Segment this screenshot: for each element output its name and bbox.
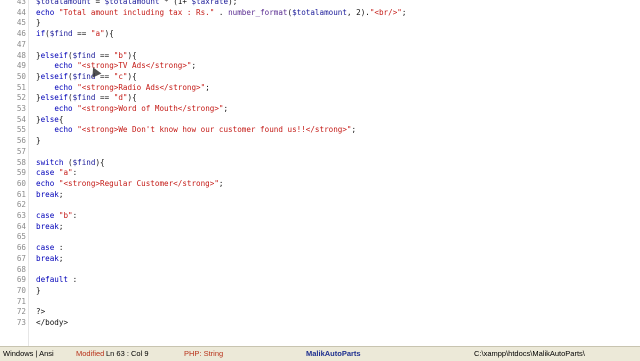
- code-line[interactable]: 56}: [0, 136, 640, 147]
- line-number: 56: [16, 136, 26, 146]
- code-text[interactable]: switch ($find){: [36, 158, 105, 169]
- line-number: 70: [16, 285, 26, 295]
- code-line[interactable]: 47: [0, 40, 640, 51]
- code-line[interactable]: 62: [0, 200, 640, 211]
- code-line[interactable]: 48 }elseif($find == "b"){: [0, 51, 640, 62]
- code-text[interactable]: }elseif($find == "d"){: [36, 93, 137, 104]
- code-text[interactable]: $totalamount = $totalamount * (1+ $taxra…: [36, 0, 237, 8]
- code-text[interactable]: echo "<strong>Radio Ads</strong>";: [36, 83, 209, 94]
- code-text[interactable]: echo "<strong>Regular Customer</strong>"…: [36, 179, 223, 190]
- code-line[interactable]: 71: [0, 297, 640, 308]
- line-number: 69: [16, 275, 26, 285]
- line-number: 51: [16, 82, 26, 92]
- line-number: 65: [16, 232, 26, 242]
- code-line[interactable]: 63 case "b":: [0, 211, 640, 222]
- code-text[interactable]: break;: [36, 222, 63, 233]
- code-text[interactable]: echo "<strong>We Don't know how our cust…: [36, 125, 356, 136]
- code-line[interactable]: 55 echo "<strong>We Don't know how our c…: [0, 125, 640, 136]
- line-ending-status: Windows | Ansi: [3, 349, 54, 358]
- line-number: 68: [16, 264, 26, 274]
- code-text[interactable]: break;: [36, 254, 63, 265]
- line-number: 72: [16, 307, 26, 317]
- line-number: 58: [16, 157, 26, 167]
- code-text[interactable]: case "a":: [36, 168, 77, 179]
- line-number: 64: [16, 221, 26, 231]
- code-line[interactable]: 57: [0, 147, 640, 158]
- code-text[interactable]: case :: [36, 243, 63, 254]
- line-number: 44: [16, 7, 26, 17]
- code-line[interactable]: 45}: [0, 18, 640, 29]
- code-line[interactable]: 72 ?>: [0, 307, 640, 318]
- status-bar: Windows | Ansi Modified Ln 63 : Col 9 PH…: [0, 346, 640, 361]
- code-line[interactable]: 52 }elseif($find == "d"){: [0, 93, 640, 104]
- code-text[interactable]: if($find == "a"){: [36, 29, 114, 40]
- line-number: 67: [16, 253, 26, 263]
- line-number: 53: [16, 104, 26, 113]
- code-line[interactable]: 46 if($find == "a"){: [0, 29, 640, 40]
- code-line[interactable]: 69 default :: [0, 275, 640, 286]
- code-line[interactable]: 44 echo "Total amount including tax : Rs.…: [0, 8, 640, 19]
- line-number: 66: [16, 243, 26, 253]
- code-line[interactable]: 61 break;: [0, 190, 640, 201]
- line-number: 50: [16, 71, 26, 81]
- modified-status: Modified: [76, 349, 105, 358]
- code-line[interactable]: 65: [0, 232, 640, 243]
- code-line[interactable]: 66 case :: [0, 243, 640, 254]
- code-line[interactable]: 64 break;: [0, 222, 640, 233]
- file-path-status: C:\xampp\htdocs\MalikAutoParts\: [474, 349, 585, 358]
- line-number: 73: [16, 318, 26, 327]
- line-number: 55: [16, 125, 26, 135]
- code-line[interactable]: 67 break;: [0, 254, 640, 265]
- line-number: 43: [16, 0, 26, 6]
- code-line[interactable]: 59 case "a":: [0, 168, 640, 179]
- line-number: 61: [16, 189, 26, 199]
- line-number: 62: [16, 200, 26, 210]
- code-text[interactable]: ?>: [36, 307, 45, 318]
- line-number: 63: [16, 211, 26, 220]
- line-number: 47: [16, 39, 26, 49]
- line-number: 52: [16, 93, 26, 103]
- line-number: 71: [16, 296, 26, 306]
- code-line[interactable]: 58 switch ($find){: [0, 158, 640, 169]
- code-line[interactable]: 43 $totalamount = $totalamount * (1+ $tax…: [0, 0, 640, 8]
- code-text[interactable]: case "b":: [36, 211, 77, 222]
- cursor-position-status: Ln 63 : Col 9: [106, 349, 149, 358]
- code-text[interactable]: echo "Total amount including tax : Rs." …: [36, 8, 406, 19]
- code-line[interactable]: 53 echo "<strong>Word of Mouth</strong>"…: [0, 104, 640, 115]
- code-text[interactable]: break;: [36, 190, 63, 201]
- code-text[interactable]: }: [36, 286, 41, 297]
- code-text[interactable]: echo "<strong>TV Ads</strong>";: [36, 61, 196, 72]
- code-line[interactable]: 70}: [0, 286, 640, 297]
- line-number: 48: [16, 50, 26, 60]
- code-text[interactable]: }: [36, 136, 41, 147]
- code-text[interactable]: }elseif($find == "c"){: [36, 72, 137, 83]
- line-number: 54: [16, 114, 26, 124]
- line-number: 49: [16, 61, 26, 71]
- line-number: 60: [16, 178, 26, 188]
- code-line[interactable]: 54 }else{: [0, 115, 640, 126]
- code-text[interactable]: }else{: [36, 115, 63, 126]
- code-text[interactable]: echo "<strong>Word of Mouth</strong>";: [36, 104, 228, 115]
- code-editor[interactable]: 43 $totalamount = $totalamount * (1+ $tax…: [0, 0, 640, 346]
- code-line[interactable]: 51 echo "<strong>Radio Ads</strong>";: [0, 83, 640, 94]
- code-line[interactable]: 60 echo "<strong>Regular Customer</strong…: [0, 179, 640, 190]
- code-text[interactable]: default :: [36, 275, 77, 286]
- line-number: 59: [16, 168, 26, 178]
- code-text[interactable]: }elseif($find == "b"){: [36, 51, 137, 62]
- code-text[interactable]: }: [36, 18, 41, 29]
- language-status: PHP: String: [184, 349, 224, 358]
- code-line[interactable]: 68: [0, 265, 640, 276]
- code-line[interactable]: 73 </body>: [0, 318, 640, 329]
- line-number: 57: [16, 146, 26, 156]
- line-number: 45: [16, 18, 26, 28]
- code-text[interactable]: </body>: [36, 318, 68, 329]
- project-status: MalikAutoParts: [306, 349, 361, 358]
- line-number: 46: [16, 29, 26, 39]
